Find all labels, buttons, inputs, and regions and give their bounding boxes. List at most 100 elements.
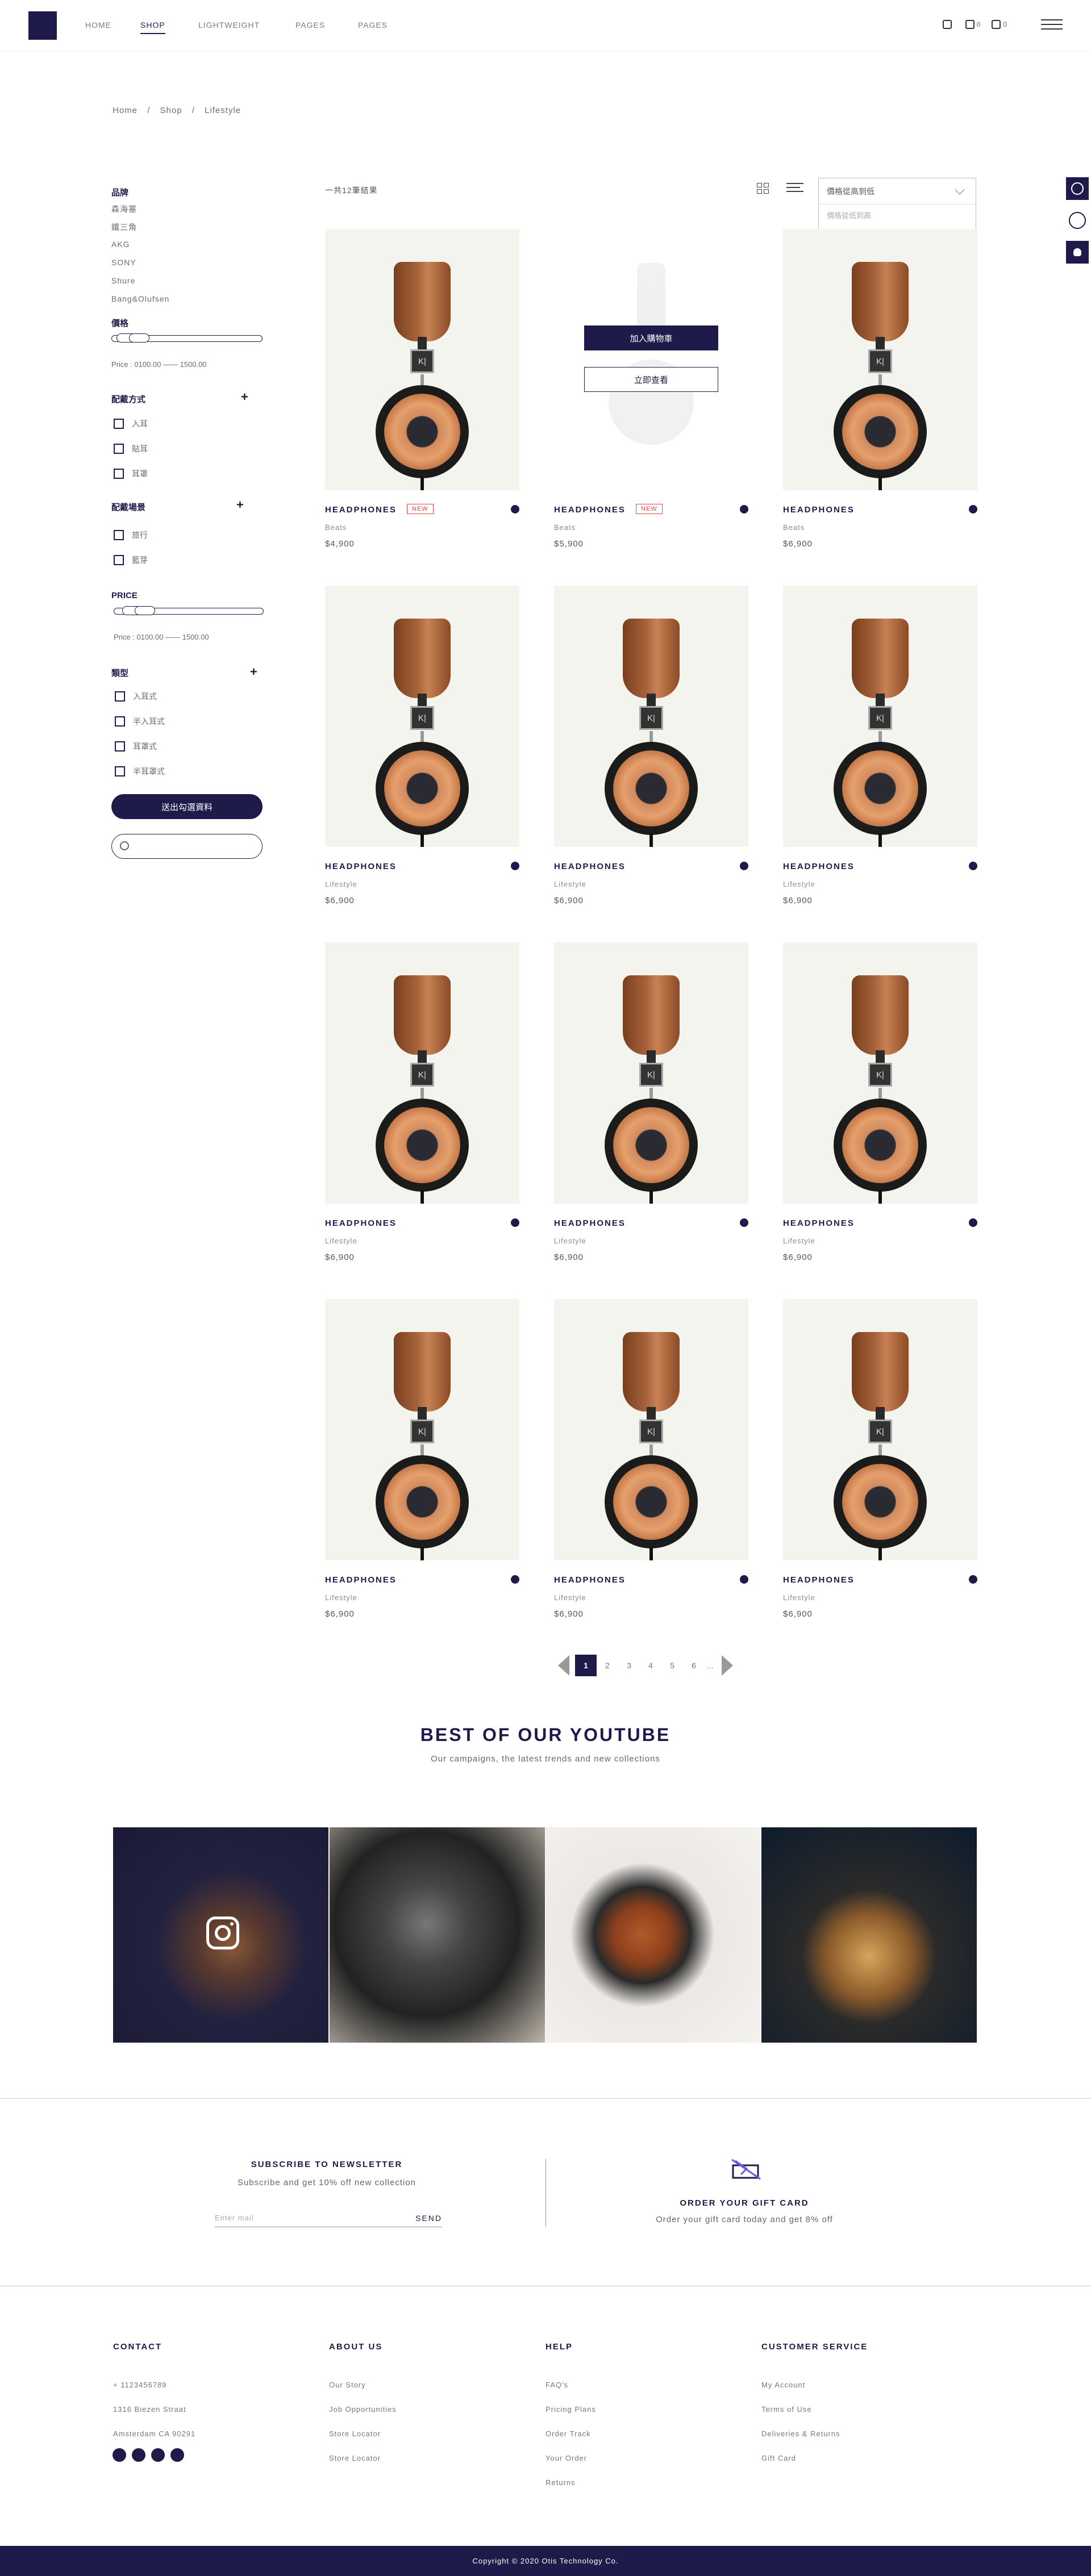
- scene-option[interactable]: 藍芽: [114, 554, 148, 566]
- send-button[interactable]: SEND: [415, 2214, 442, 2223]
- product-name[interactable]: HEADPHONES: [783, 505, 855, 515]
- circle-icon[interactable]: [1066, 209, 1089, 232]
- product-image[interactable]: K|: [325, 229, 519, 490]
- logo[interactable]: [28, 11, 57, 40]
- color-swatch[interactable]: [740, 1575, 748, 1584]
- add-to-cart-button[interactable]: 加入購物車: [584, 325, 718, 350]
- breadcrumb-shop[interactable]: Shop: [160, 106, 182, 115]
- footer-link[interactable]: Store Locator: [329, 2429, 381, 2438]
- product-name[interactable]: HEADPHONES: [325, 1218, 397, 1228]
- instagram-icon[interactable]: [151, 2448, 165, 2462]
- type-option[interactable]: 入耳式: [115, 691, 157, 702]
- nav-lightweight[interactable]: LIGHTWEIGHT: [198, 20, 260, 30]
- price-slider[interactable]: [111, 333, 263, 343]
- product-image[interactable]: K|: [554, 586, 748, 847]
- color-swatch[interactable]: [969, 1575, 977, 1584]
- product-name[interactable]: HEADPHONES: [783, 1218, 855, 1228]
- footer-link[interactable]: Order Track: [546, 2429, 591, 2438]
- product-card[interactable]: K| HEADPHONES Lifestyle $6,900: [554, 586, 748, 909]
- product-name[interactable]: HEADPHONES: [325, 505, 397, 515]
- twitter-icon[interactable]: [132, 2448, 145, 2462]
- checkbox[interactable]: [114, 469, 124, 479]
- next-page-icon[interactable]: [722, 1655, 733, 1676]
- product-name[interactable]: HEADPHONES: [554, 505, 626, 515]
- product-card[interactable]: K| HEADPHONES Lifestyle $6,900: [783, 586, 977, 909]
- wishlist-icon[interactable]: 0: [965, 20, 980, 29]
- product-card[interactable]: 加入購物車 立即查看 HEADPHONES NEW Beats $5,900: [554, 229, 748, 553]
- color-swatch[interactable]: [740, 505, 748, 513]
- product-card[interactable]: K| HEADPHONES Lifestyle $6,900: [554, 1299, 748, 1623]
- view-now-button[interactable]: 立即查看: [584, 367, 718, 392]
- gallery-image-2[interactable]: [330, 1827, 545, 2043]
- product-image[interactable]: K|: [325, 586, 519, 847]
- product-image[interactable]: K|: [554, 1299, 748, 1560]
- product-name[interactable]: HEADPHONES: [554, 1218, 626, 1228]
- brand-option[interactable]: SONY: [111, 258, 136, 267]
- checkbox[interactable]: [115, 766, 125, 776]
- nav-shop[interactable]: SHOP: [140, 20, 165, 34]
- footer-link[interactable]: FAQ's: [546, 2381, 568, 2389]
- footer-link[interactable]: Deliveries & Returns: [761, 2429, 840, 2438]
- footer-link[interactable]: Our Story: [329, 2381, 366, 2389]
- page-button[interactable]: 5: [661, 1655, 683, 1676]
- product-card[interactable]: K| HEADPHONES Lifestyle $6,900: [783, 942, 977, 1266]
- product-image[interactable]: K|: [325, 1299, 519, 1560]
- type-option[interactable]: 耳罩式: [115, 741, 157, 752]
- prev-page-icon[interactable]: [558, 1655, 569, 1676]
- nav-home[interactable]: HOME: [85, 20, 111, 30]
- gallery-image-4[interactable]: [761, 1827, 977, 2043]
- sort-option[interactable]: 價格從低到高: [819, 204, 976, 225]
- type-option[interactable]: 半入耳式: [115, 716, 165, 727]
- product-name[interactable]: HEADPHONES: [325, 862, 397, 871]
- gallery-image-1[interactable]: [113, 1827, 328, 2043]
- product-name[interactable]: HEADPHONES: [554, 1575, 626, 1585]
- cart-icon[interactable]: 0: [992, 20, 1007, 29]
- color-swatch[interactable]: [740, 1218, 748, 1227]
- product-card[interactable]: K| HEADPHONES Lifestyle $6,900: [554, 942, 748, 1266]
- wear-option[interactable]: 耳罩: [114, 468, 148, 479]
- footer-link[interactable]: Returns: [546, 2478, 576, 2487]
- type-option[interactable]: 半耳罩式: [115, 766, 165, 777]
- chat-icon[interactable]: [1066, 177, 1089, 200]
- facebook-icon[interactable]: [113, 2448, 126, 2462]
- checkbox[interactable]: [114, 419, 124, 429]
- footer-link[interactable]: Your Order: [546, 2454, 587, 2462]
- page-button[interactable]: 2: [597, 1655, 618, 1676]
- slider-knob[interactable]: [135, 606, 155, 615]
- product-name[interactable]: HEADPHONES: [783, 862, 855, 871]
- brand-option[interactable]: Shure: [111, 276, 135, 285]
- page-button[interactable]: 1: [575, 1655, 597, 1676]
- scene-option[interactable]: 旅行: [114, 529, 148, 541]
- youtube-icon[interactable]: [170, 2448, 184, 2462]
- wear-option[interactable]: 入耳: [114, 418, 148, 429]
- menu-icon[interactable]: [1041, 19, 1063, 30]
- newsletter-email-field[interactable]: Enter mail SEND: [215, 2211, 442, 2227]
- footer-link[interactable]: Terms of Use: [761, 2405, 812, 2414]
- product-card[interactable]: K| HEADPHONES Lifestyle $6,900: [325, 1299, 519, 1623]
- nav-pages[interactable]: PAGES: [295, 20, 325, 30]
- breadcrumb-home[interactable]: Home: [113, 106, 138, 115]
- slider-knob[interactable]: [129, 333, 149, 343]
- checkbox[interactable]: [114, 444, 124, 454]
- color-swatch[interactable]: [969, 1218, 977, 1227]
- price-slider-2[interactable]: [114, 606, 264, 615]
- footer-link[interactable]: My Account: [761, 2381, 805, 2389]
- instagram-icon[interactable]: [206, 1917, 239, 1949]
- color-swatch[interactable]: [511, 505, 519, 513]
- gallery-image-3[interactable]: [546, 1827, 761, 2043]
- product-image[interactable]: K|: [554, 942, 748, 1204]
- checkbox[interactable]: [115, 691, 125, 702]
- sidebar-search-input[interactable]: [111, 834, 263, 859]
- brand-option[interactable]: Bang&Olufsen: [111, 294, 169, 303]
- color-swatch[interactable]: [511, 862, 519, 870]
- product-image[interactable]: K|: [783, 1299, 977, 1560]
- color-swatch[interactable]: [511, 1218, 519, 1227]
- page-button[interactable]: 3: [618, 1655, 640, 1676]
- page-button[interactable]: 4: [640, 1655, 661, 1676]
- color-swatch[interactable]: [511, 1575, 519, 1584]
- grid-view-icon[interactable]: [757, 183, 769, 194]
- footer-link[interactable]: Pricing Plans: [546, 2405, 596, 2414]
- product-name[interactable]: HEADPHONES: [554, 862, 626, 871]
- product-card[interactable]: K| HEADPHONES Lifestyle $6,900: [325, 586, 519, 909]
- color-swatch[interactable]: [740, 862, 748, 870]
